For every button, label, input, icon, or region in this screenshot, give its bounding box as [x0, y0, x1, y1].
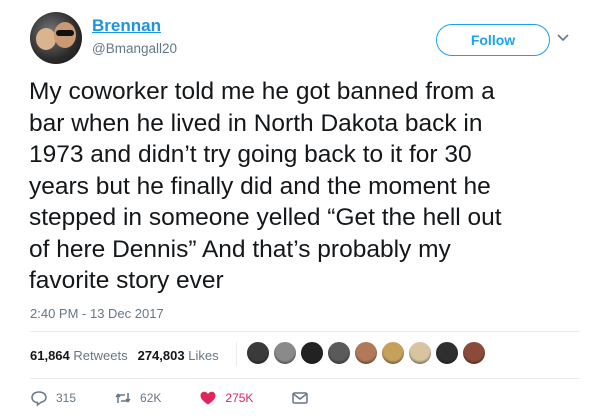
- divider: [30, 378, 580, 379]
- reply-count: 315: [56, 391, 77, 405]
- retweet-label: Retweets: [73, 348, 128, 363]
- liker-avatar[interactable]: [246, 341, 270, 365]
- retweet-button[interactable]: 62K: [114, 389, 161, 407]
- follow-button[interactable]: Follow: [436, 24, 550, 56]
- reply-icon: [31, 391, 47, 407]
- envelope-icon: [292, 392, 309, 404]
- liker-avatar[interactable]: [435, 341, 459, 365]
- liker-avatars: [246, 341, 489, 365]
- direct-message-button[interactable]: [291, 389, 317, 407]
- chevron-down-icon[interactable]: [556, 30, 570, 44]
- liker-avatar[interactable]: [300, 341, 324, 365]
- reply-button[interactable]: 315: [30, 389, 76, 407]
- liker-avatar[interactable]: [462, 341, 486, 365]
- tweet-text: My coworker told me he got banned from a…: [29, 78, 502, 294]
- retweet-count: 61,864: [30, 348, 70, 363]
- heart-icon: [200, 391, 216, 405]
- like-count: 274,803: [137, 348, 185, 363]
- divider: [30, 331, 580, 332]
- like-stat[interactable]: 274,803 Likes: [138, 348, 219, 363]
- liker-avatar[interactable]: [273, 341, 297, 365]
- user-handle[interactable]: @Bmangall20: [92, 41, 177, 56]
- liker-avatar[interactable]: [408, 341, 432, 365]
- user-display-name[interactable]: Brennan: [92, 16, 161, 36]
- like-label: Likes: [188, 348, 219, 363]
- like-button[interactable]: 275K: [199, 389, 253, 407]
- liker-avatar[interactable]: [354, 341, 378, 365]
- retweet-action-count: 62K: [140, 391, 162, 405]
- liker-avatar[interactable]: [327, 341, 351, 365]
- user-avatar[interactable]: [30, 12, 82, 64]
- divider: [236, 342, 237, 366]
- liker-avatar[interactable]: [381, 341, 405, 365]
- avatar-sunglasses: [56, 30, 74, 36]
- tweet-stats: 61,864 Retweets 274,803 Likes: [30, 348, 219, 363]
- like-action-count: 275K: [225, 391, 254, 405]
- avatar-face: [36, 28, 56, 50]
- tweet-actions: 315 62K 275K: [30, 389, 355, 407]
- tweet-timestamp[interactable]: 2:40 PM - 13 Dec 2017: [30, 306, 164, 321]
- retweet-stat[interactable]: 61,864 Retweets: [30, 348, 128, 363]
- retweet-icon: [115, 393, 131, 403]
